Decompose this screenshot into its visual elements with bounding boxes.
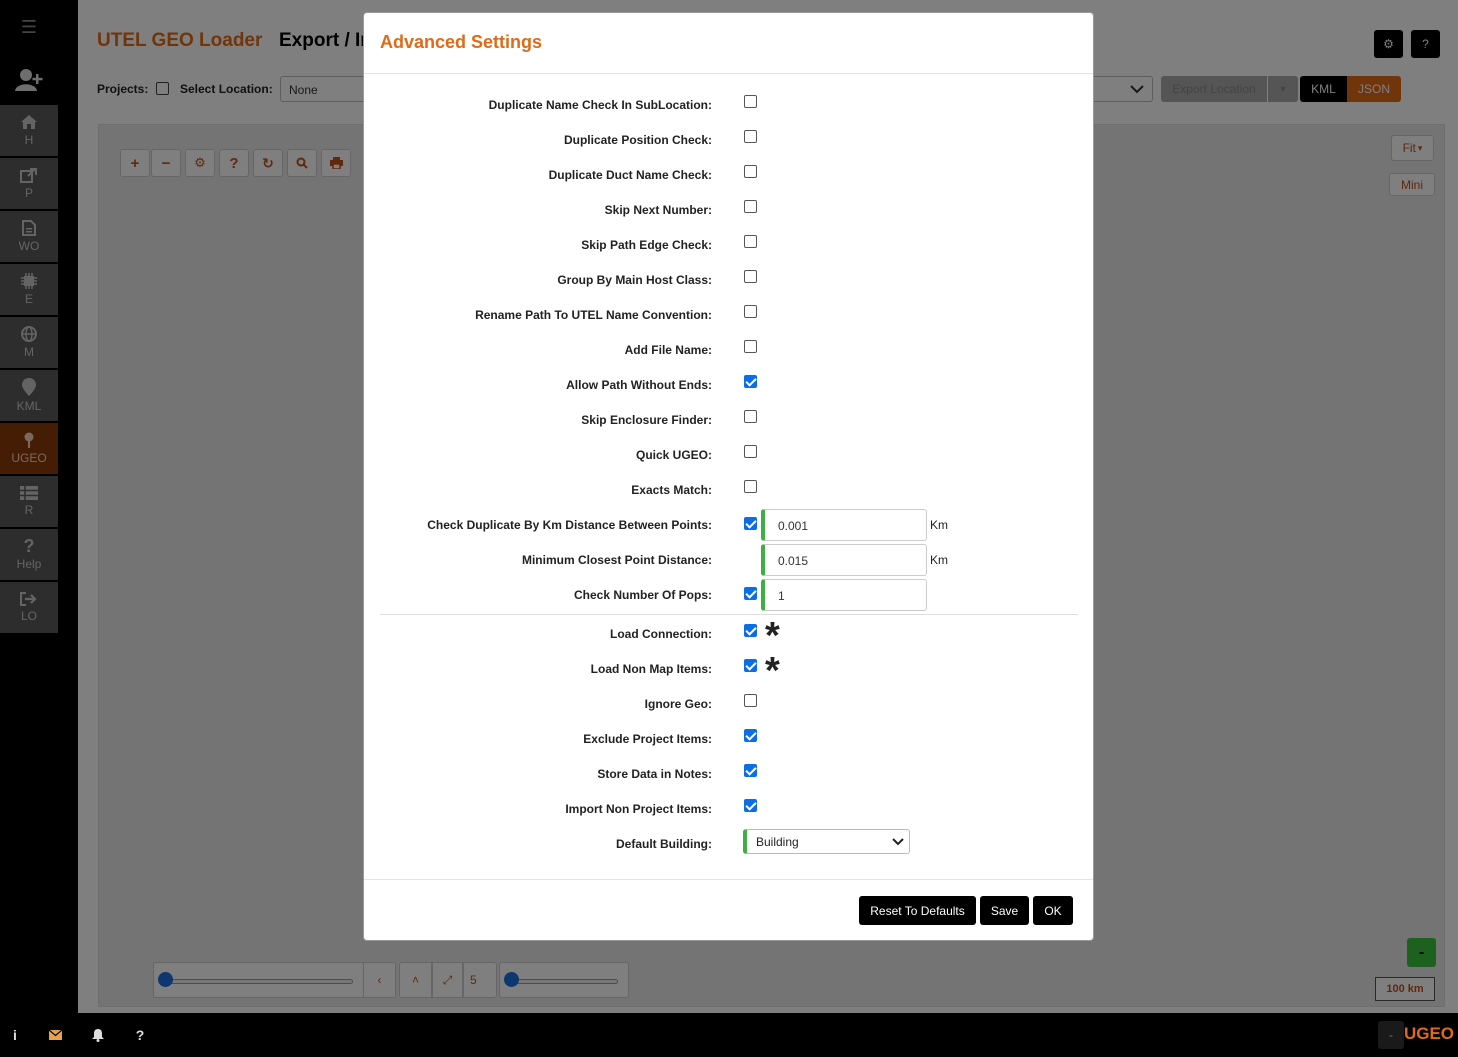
reset-to-defaults-button[interactable]: Reset To Defaults	[859, 896, 976, 925]
mail-icon[interactable]	[45, 1025, 65, 1045]
row-label: Allow Path Without Ends:	[566, 378, 712, 392]
row-label: Skip Path Edge Check:	[581, 238, 712, 252]
load-non-map-items-checkbox[interactable]	[744, 659, 757, 672]
chevron-down-icon	[892, 838, 904, 846]
unit-label: Km	[930, 553, 948, 567]
default-building-value: Building	[756, 835, 799, 849]
required-marker: *	[765, 615, 780, 657]
ok-button[interactable]: OK	[1033, 896, 1073, 925]
exclude-project-items-checkbox[interactable]	[744, 729, 757, 742]
default-building-select[interactable]: Building	[743, 829, 910, 854]
skip-path-edge-check-checkbox[interactable]	[744, 235, 757, 248]
check-number-of-pops-checkbox[interactable]	[744, 587, 757, 600]
row-label: Duplicate Duct Name Check:	[548, 168, 712, 182]
check-duplicate-km-checkbox[interactable]	[744, 517, 757, 530]
row-label: Ignore Geo:	[644, 697, 712, 711]
modal-title: Advanced Settings	[380, 32, 543, 52]
store-data-in-notes-checkbox[interactable]	[744, 764, 757, 777]
row-label: Default Building:	[616, 837, 712, 851]
skip-next-number-checkbox[interactable]	[744, 200, 757, 213]
row-label: Skip Enclosure Finder:	[581, 413, 712, 427]
info-icon[interactable]: i	[5, 1025, 25, 1045]
number-of-pops-input[interactable]: 1	[761, 579, 927, 611]
row-label: Add File Name:	[624, 343, 712, 357]
row-label: Load Non Map Items:	[590, 662, 712, 676]
closest-point-distance-input[interactable]: 0.015	[761, 544, 927, 576]
bell-icon[interactable]	[88, 1025, 108, 1045]
row-label: Duplicate Name Check In SubLocation:	[488, 98, 712, 112]
quick-ugeo-checkbox[interactable]	[744, 445, 757, 458]
import-non-project-items-checkbox[interactable]	[744, 799, 757, 812]
km-distance-input[interactable]: 0.001	[761, 509, 927, 541]
allow-path-without-ends-checkbox[interactable]	[744, 375, 757, 388]
modal-footer-divider	[364, 879, 1093, 880]
row-label: Exacts Match:	[631, 483, 712, 497]
row-label: Store Data in Notes:	[597, 767, 712, 781]
row-label: Check Duplicate By Km Distance Between P…	[427, 518, 712, 532]
row-label: Rename Path To UTEL Name Convention:	[475, 308, 712, 322]
advanced-settings-modal: Advanced Settings Duplicate Name Check I…	[363, 12, 1094, 941]
row-label: Quick UGEO:	[635, 448, 712, 462]
ignore-geo-checkbox[interactable]	[744, 694, 757, 707]
exacts-match-checkbox[interactable]	[744, 480, 757, 493]
brand-label: UGEO	[1403, 1024, 1454, 1043]
row-label: Skip Next Number:	[604, 203, 712, 217]
add-file-name-checkbox[interactable]	[744, 340, 757, 353]
duplicate-name-check-checkbox[interactable]	[744, 95, 757, 108]
row-label: Check Number Of Pops:	[573, 588, 712, 602]
unit-label: Km	[930, 518, 948, 532]
row-label: Import Non Project Items:	[565, 802, 712, 816]
load-connection-checkbox[interactable]	[744, 624, 757, 637]
row-label: Duplicate Position Check:	[563, 133, 712, 147]
save-button[interactable]: Save	[980, 896, 1029, 925]
help-icon[interactable]: ?	[130, 1025, 150, 1045]
row-label: Group By Main Host Class:	[557, 273, 712, 287]
group-by-main-host-class-checkbox[interactable]	[744, 270, 757, 283]
row-label: Exclude Project Items:	[583, 732, 712, 746]
rename-path-checkbox[interactable]	[744, 305, 757, 318]
duplicate-duct-name-check-checkbox[interactable]	[744, 165, 757, 178]
skip-enclosure-finder-checkbox[interactable]	[744, 410, 757, 423]
row-label: Load Connection:	[610, 627, 712, 641]
required-marker: *	[765, 650, 780, 692]
divider	[380, 614, 1078, 615]
minimize-button[interactable]: -	[1378, 1021, 1404, 1049]
row-label: Minimum Closest Point Distance:	[521, 553, 712, 567]
modal-header: Advanced Settings	[364, 13, 1093, 74]
duplicate-position-check-checkbox[interactable]	[744, 130, 757, 143]
bottom-bar: i ? - UGEO	[0, 1013, 1458, 1057]
